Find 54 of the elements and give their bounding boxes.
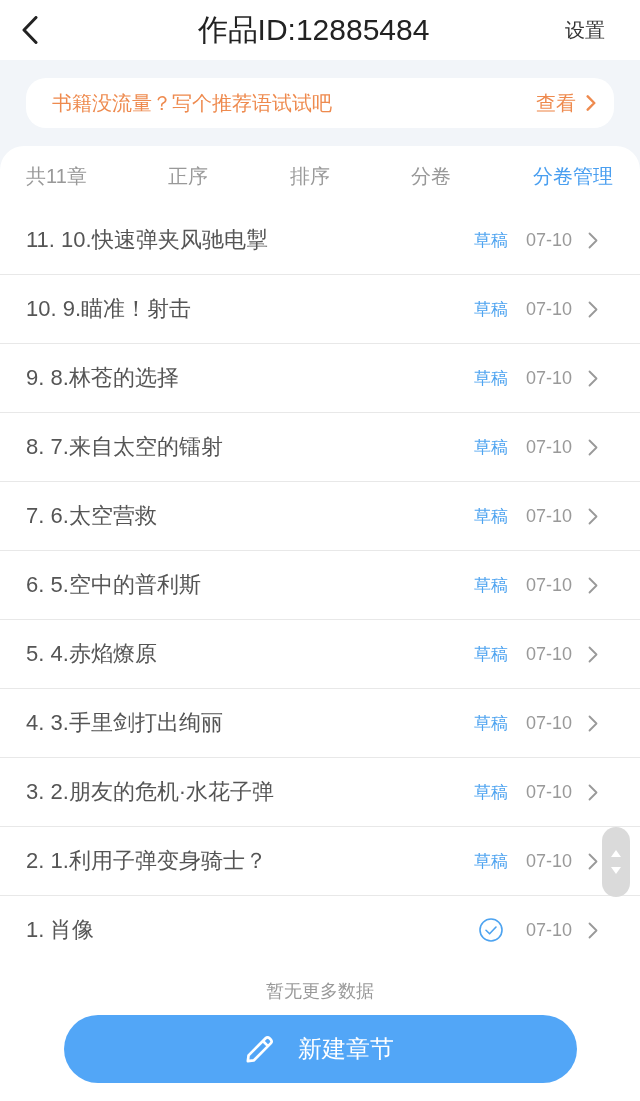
chapter-title: 9. 8.林苍的选择 — [26, 364, 180, 392]
check-circle-icon — [478, 918, 503, 942]
chapter-title: 6. 5.空中的普利斯 — [26, 571, 202, 599]
chevron-right-icon — [588, 783, 598, 801]
chapter-date: 07-10 — [525, 505, 572, 527]
chevron-right-icon — [588, 438, 598, 456]
chapter-date: 07-10 — [525, 298, 572, 320]
chapter-date: 07-10 — [525, 643, 572, 665]
chapter-title: 8. 7.来自太空的镭射 — [26, 433, 224, 461]
chevron-right-icon — [586, 95, 596, 111]
chapter-date: 07-10 — [525, 229, 572, 251]
chevron-right-icon — [588, 507, 598, 525]
pencil-icon — [246, 1035, 274, 1063]
chapter-title: 3. 2.朋友的危机·水花子弹 — [26, 778, 276, 806]
chapter-date: 07-10 — [525, 574, 572, 596]
chapter-title: 10. 9.瞄准！射击 — [26, 295, 193, 323]
chapter-date: 07-10 — [525, 436, 572, 458]
chapter-date: 07-10 — [525, 367, 572, 389]
chapter-count: 共11章 — [26, 163, 87, 189]
chevron-right-icon — [588, 714, 598, 732]
draft-label: 草稿 — [473, 850, 508, 873]
draft-label: 草稿 — [473, 505, 508, 528]
chapter-date: 07-10 — [525, 712, 572, 734]
chapter-title: 7. 6.太空营救 — [26, 502, 158, 530]
chevron-right-icon — [588, 369, 598, 387]
end-of-list-text: 暂无更多数据 — [266, 981, 374, 1001]
chevron-right-icon — [588, 231, 598, 249]
chevron-right-icon — [588, 921, 598, 939]
chapter-date: 07-10 — [525, 919, 572, 941]
draft-label: 草稿 — [473, 367, 508, 390]
page-title: 作品ID:12885484 — [197, 11, 430, 48]
chapter-date: 07-10 — [525, 781, 572, 803]
settings-button[interactable]: 设置 — [565, 18, 605, 42]
chevron-right-icon — [588, 852, 598, 870]
promo-text: 书籍没流量？写个推荐语试试吧 — [52, 90, 332, 116]
chevron-right-icon — [588, 300, 598, 318]
back-icon[interactable] — [22, 16, 38, 44]
chapter-date: 07-10 — [525, 850, 572, 872]
scroll-handle[interactable] — [602, 827, 630, 897]
chapter-title: 2. 1.利用子弹变身骑士？ — [26, 847, 268, 875]
chapter-title: 11. 10.快速弹夹风驰电掣 — [26, 226, 269, 254]
chevron-right-icon — [588, 576, 598, 594]
draft-label: 草稿 — [473, 298, 508, 321]
draft-label: 草稿 — [473, 643, 508, 666]
chapter-title: 5. 4.赤焰燎原 — [26, 640, 158, 668]
draft-label: 草稿 — [473, 712, 508, 735]
up-down-triangles-icon — [611, 850, 621, 874]
chevron-right-icon — [588, 645, 598, 663]
draft-label: 草稿 — [473, 781, 508, 804]
draft-label: 草稿 — [473, 436, 508, 459]
draft-label: 草稿 — [473, 229, 508, 252]
chapter-title: 4. 3.手里剑打出绚丽 — [26, 709, 224, 737]
draft-label: 草稿 — [473, 574, 508, 597]
chapter-title: 1. 肖像 — [26, 916, 96, 944]
